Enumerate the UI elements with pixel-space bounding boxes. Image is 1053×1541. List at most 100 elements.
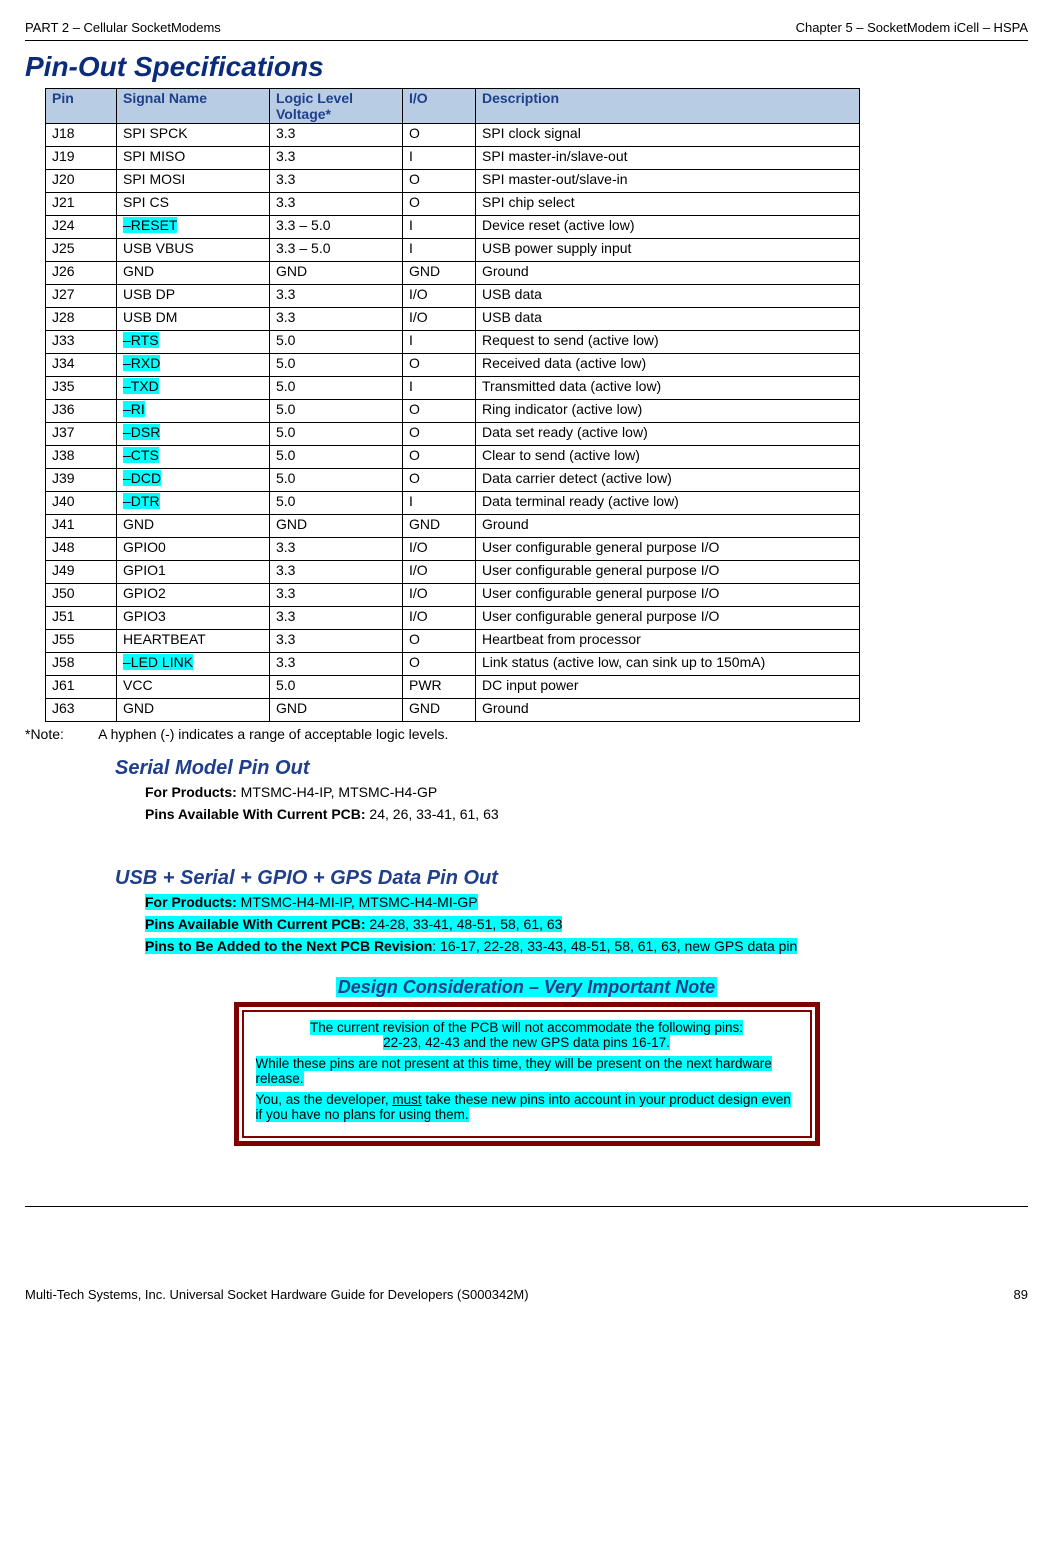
cell-desc: Transmitted data (active low) (476, 377, 860, 400)
cell-logic: GND (270, 515, 403, 538)
cell-pin: J26 (46, 262, 117, 285)
table-row: J24–RESET3.3 – 5.0IDevice reset (active … (46, 216, 860, 239)
cell-io: I (403, 492, 476, 515)
serial-body: For Products: MTSMC-H4-IP, MTSMC-H4-GP P… (145, 782, 1028, 825)
cell-io: PWR (403, 676, 476, 699)
cell-io: I (403, 377, 476, 400)
cell-pin: J21 (46, 193, 117, 216)
cell-desc: SPI master-out/slave-in (476, 170, 860, 193)
cell-signal: –CTS (117, 446, 270, 469)
cell-pin: J33 (46, 331, 117, 354)
cell-logic: 5.0 (270, 469, 403, 492)
cell-signal: GPIO2 (117, 584, 270, 607)
cell-io: O (403, 193, 476, 216)
cell-pin: J25 (46, 239, 117, 262)
header-left: PART 2 – Cellular SocketModems (25, 20, 221, 35)
cell-pin: J18 (46, 124, 117, 147)
cell-io: O (403, 423, 476, 446)
table-row: J36–RI5.0ORing indicator (active low) (46, 400, 860, 423)
design-p3b: must (392, 1092, 421, 1107)
cell-pin: J36 (46, 400, 117, 423)
pin-out-table: Pin Signal Name Logic Level Voltage* I/O… (45, 88, 860, 722)
cell-pin: J61 (46, 676, 117, 699)
serial-title: Serial Model Pin Out (115, 757, 1028, 780)
table-row: J27USB DP3.3I/OUSB data (46, 285, 860, 308)
serial-products-value: MTSMC-H4-IP, MTSMC-H4-GP (237, 784, 437, 800)
cell-logic: 3.3 (270, 308, 403, 331)
cell-io: GND (403, 262, 476, 285)
cell-signal: SPI SPCK (117, 124, 270, 147)
note-label: *Note: (25, 726, 95, 742)
cell-desc: Data carrier detect (active low) (476, 469, 860, 492)
usb-title: USB + Serial + GPIO + GPS Data Pin Out (115, 867, 1028, 890)
cell-io: O (403, 469, 476, 492)
table-row: J40–DTR5.0IData terminal ready (active l… (46, 492, 860, 515)
th-io: I/O (403, 89, 476, 124)
highlighted-signal: –DTR (123, 493, 160, 509)
cell-signal: USB VBUS (117, 239, 270, 262)
cell-pin: J27 (46, 285, 117, 308)
cell-logic: 3.3 (270, 285, 403, 308)
cell-logic: 3.3 (270, 584, 403, 607)
table-row: J49GPIO13.3I/OUser configurable general … (46, 561, 860, 584)
design-heading: Design Consideration – Very Important No… (336, 977, 717, 997)
cell-io: O (403, 446, 476, 469)
highlighted-signal: –RTS (123, 332, 159, 348)
cell-desc: Ground (476, 515, 860, 538)
table-row: J33–RTS5.0IRequest to send (active low) (46, 331, 860, 354)
table-row: J41GNDGNDGNDGround (46, 515, 860, 538)
cell-desc: User configurable general purpose I/O (476, 607, 860, 630)
table-row: J19SPI MISO3.3ISPI master-in/slave-out (46, 147, 860, 170)
table-row: J58–LED LINK3.3OLink status (active low,… (46, 653, 860, 676)
table-row: J38–CTS5.0OClear to send (active low) (46, 446, 860, 469)
cell-pin: J28 (46, 308, 117, 331)
cell-logic: 5.0 (270, 400, 403, 423)
cell-logic: 5.0 (270, 354, 403, 377)
cell-desc: USB power supply input (476, 239, 860, 262)
cell-io: I/O (403, 607, 476, 630)
cell-logic: 5.0 (270, 331, 403, 354)
usb-pins-value: 24-28, 33-41, 48-51, 58, 61, 63 (366, 916, 563, 932)
cell-pin: J20 (46, 170, 117, 193)
cell-desc: User configurable general purpose I/O (476, 561, 860, 584)
cell-pin: J51 (46, 607, 117, 630)
cell-io: I/O (403, 285, 476, 308)
cell-logic: GND (270, 262, 403, 285)
cell-desc: User configurable general purpose I/O (476, 584, 860, 607)
cell-io: O (403, 354, 476, 377)
table-row: J50GPIO23.3I/OUser configurable general … (46, 584, 860, 607)
table-row: J18SPI SPCK3.3OSPI clock signal (46, 124, 860, 147)
cell-signal: –RI (117, 400, 270, 423)
cell-pin: J24 (46, 216, 117, 239)
cell-signal: USB DP (117, 285, 270, 308)
cell-logic: 3.3 – 5.0 (270, 239, 403, 262)
note-text: A hyphen (-) indicates a range of accept… (98, 726, 448, 742)
cell-desc: SPI chip select (476, 193, 860, 216)
table-row: J37–DSR5.0OData set ready (active low) (46, 423, 860, 446)
cell-desc: Link status (active low, can sink up to … (476, 653, 860, 676)
cell-signal: SPI CS (117, 193, 270, 216)
header-right: Chapter 5 – SocketModem iCell – HSPA (796, 20, 1028, 35)
highlighted-signal: –RXD (123, 355, 160, 371)
table-row: J61VCC5.0PWRDC input power (46, 676, 860, 699)
cell-desc: Heartbeat from processor (476, 630, 860, 653)
cell-pin: J19 (46, 147, 117, 170)
cell-io: O (403, 653, 476, 676)
cell-desc: Ground (476, 262, 860, 285)
table-row: J55HEARTBEAT3.3OHeartbeat from processor (46, 630, 860, 653)
cell-logic: 3.3 (270, 124, 403, 147)
cell-signal: –RXD (117, 354, 270, 377)
cell-pin: J49 (46, 561, 117, 584)
cell-desc: Ground (476, 699, 860, 722)
cell-desc: SPI master-in/slave-out (476, 147, 860, 170)
table-row: J51GPIO33.3I/OUser configurable general … (46, 607, 860, 630)
th-desc: Description (476, 89, 860, 124)
cell-signal: –RTS (117, 331, 270, 354)
usb-pins-next-value: : 16-17, 22-28, 33-43, 48-51, 58, 61, 63… (432, 938, 797, 954)
footer-right: 89 (1014, 1287, 1028, 1302)
cell-desc: Request to send (active low) (476, 331, 860, 354)
cell-io: O (403, 170, 476, 193)
table-row: J25USB VBUS3.3 – 5.0IUSB power supply in… (46, 239, 860, 262)
cell-logic: 5.0 (270, 423, 403, 446)
cell-desc: Ring indicator (active low) (476, 400, 860, 423)
